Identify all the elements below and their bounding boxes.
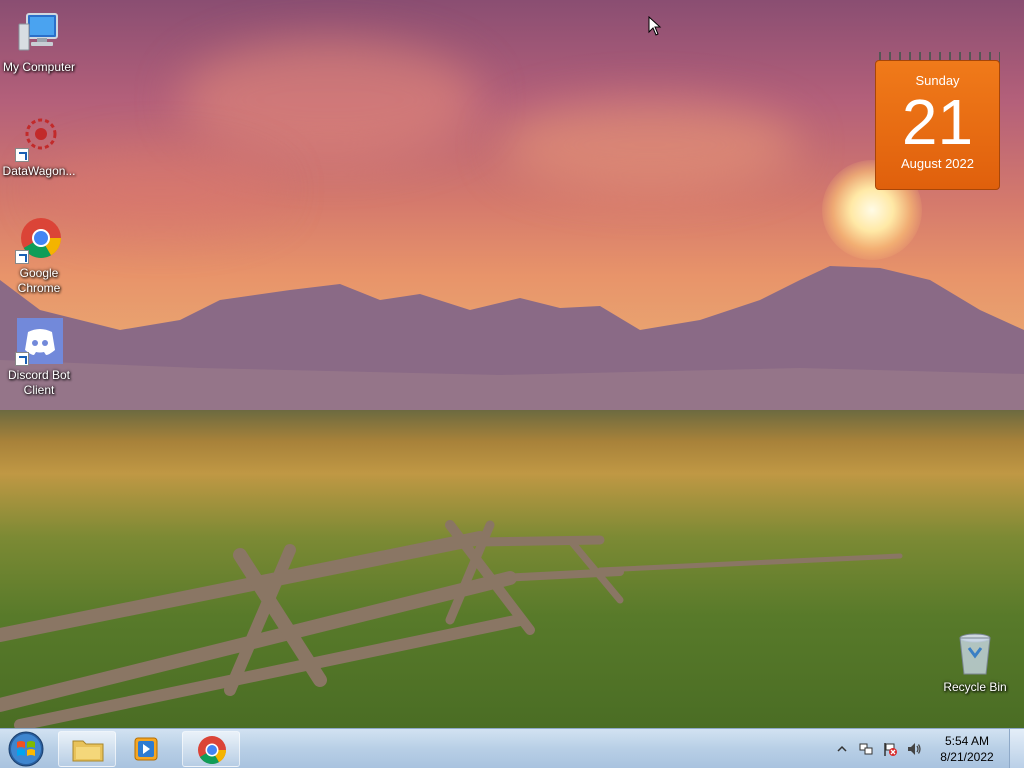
calendar-month-year: August 2022	[900, 156, 974, 171]
desktop-icon-label: DataWagon...	[2, 164, 76, 178]
discord-icon	[15, 318, 63, 366]
calendar-day-number: 21	[901, 86, 974, 158]
shortcut-arrow-icon	[15, 352, 29, 366]
desktop-icon-datawagon[interactable]: DataWagon...	[0, 114, 78, 179]
chrome-icon	[15, 216, 63, 264]
desktop-icon-my-computer[interactable]: My Computer	[0, 10, 78, 75]
chrome-icon	[198, 736, 226, 764]
taskbar: 5:54 AM 8/21/2022	[0, 728, 1024, 768]
recycle-bin-icon	[951, 630, 999, 678]
start-orb-icon	[8, 731, 44, 767]
datawagon-icon	[15, 114, 63, 162]
start-button[interactable]	[4, 730, 48, 768]
clock-time: 5:54 AM	[944, 734, 990, 748]
desktop-icon-recycle-bin[interactable]: Recycle Bin	[936, 630, 1014, 695]
desktop-wallpaper	[0, 0, 1024, 728]
desktop-icon-label: Google Chrome	[17, 266, 61, 295]
network-icon[interactable]	[858, 741, 874, 757]
folder-icon	[72, 740, 104, 762]
system-tray: 5:54 AM 8/21/2022	[830, 729, 1002, 768]
taskbar-media-player-button[interactable]	[118, 731, 176, 767]
volume-icon[interactable]	[906, 741, 922, 757]
wooden-fence	[0, 520, 903, 728]
desktop-icon-google-chrome[interactable]: Google Chrome	[0, 216, 78, 296]
media-player-icon	[134, 737, 158, 761]
shortcut-arrow-icon	[15, 148, 29, 162]
action-center-flag-icon[interactable]	[882, 741, 898, 757]
calendar-page: Sunday 21 August 2022	[875, 60, 1000, 190]
mountain-range	[0, 266, 1024, 420]
show-hidden-icons-icon[interactable]	[834, 741, 850, 757]
desktop-icon-label: Recycle Bin	[943, 680, 1007, 694]
calendar-gadget[interactable]: Sunday 21 August 2022	[875, 52, 1000, 190]
mouse-cursor-icon	[648, 16, 662, 36]
desktop-icon-discord-bot-client[interactable]: Discord Bot Client	[0, 318, 78, 398]
taskbar-chrome-button[interactable]	[182, 731, 240, 767]
shortcut-arrow-icon	[15, 250, 29, 264]
taskbar-clock[interactable]: 5:54 AM 8/21/2022	[932, 733, 1002, 765]
desktop-icon-label: My Computer	[2, 60, 76, 74]
taskbar-file-explorer-button[interactable]	[58, 731, 116, 767]
clock-date: 8/21/2022	[940, 750, 994, 764]
desktop-icon-label: Discord Bot Client	[7, 368, 71, 397]
show-desktop-button[interactable]	[1009, 729, 1024, 768]
computer-icon	[15, 10, 63, 58]
